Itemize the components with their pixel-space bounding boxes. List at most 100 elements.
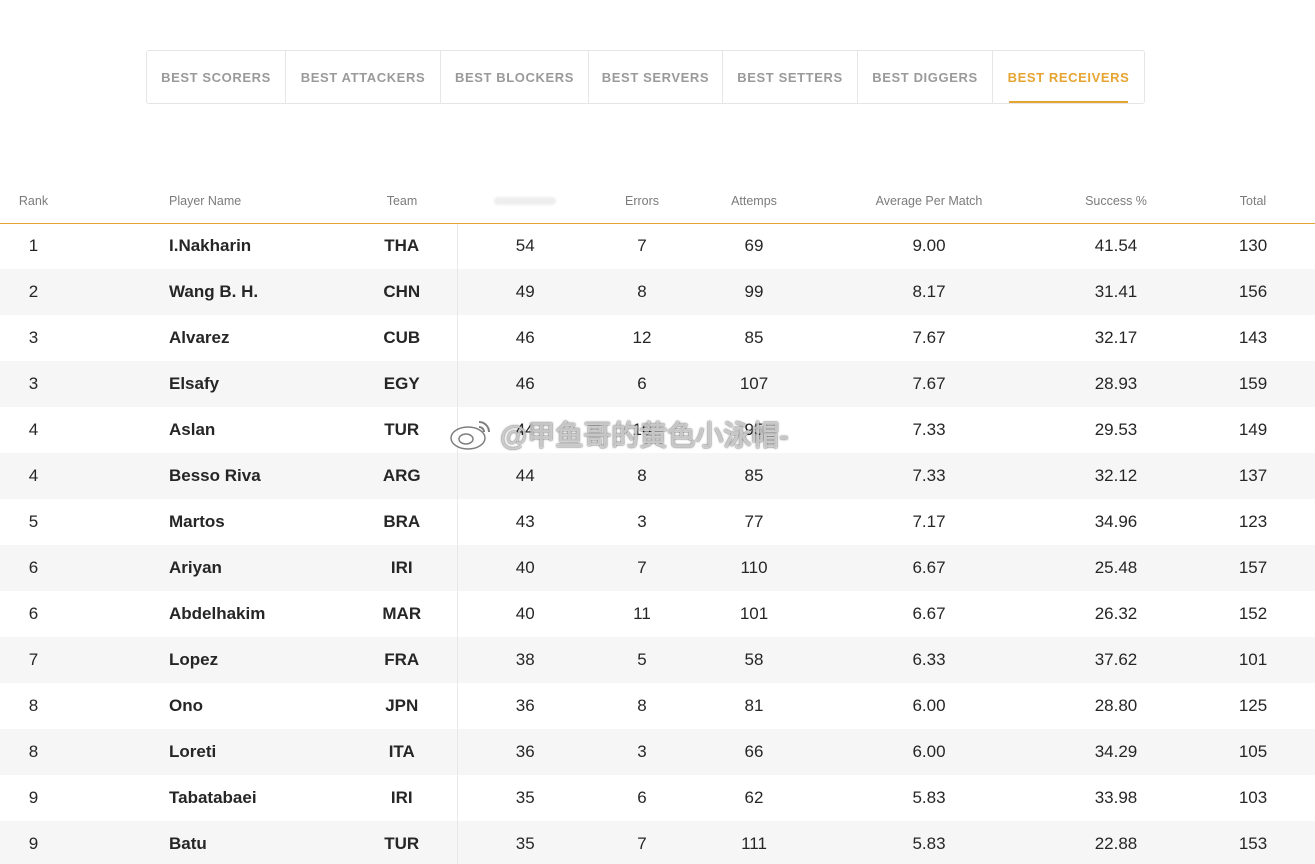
tab-best-attackers[interactable]: BEST ATTACKERS xyxy=(286,51,441,103)
player-name-cell[interactable]: I.Nakharin xyxy=(67,223,347,269)
header-rank[interactable]: Rank xyxy=(0,180,67,224)
success-pct-cell: 34.29 xyxy=(1041,729,1191,775)
successful-cell: 46 xyxy=(515,328,535,347)
errors-cell: 7 xyxy=(593,545,691,591)
table-row[interactable]: 6 Ariyan IRI 40 7 110 6.67 25.48 157 xyxy=(0,545,1315,591)
average-cell: 7.17 xyxy=(912,512,946,531)
table-row[interactable]: 3 Alvarez CUB 46 12 85 7.67 32.17 143 xyxy=(0,315,1315,361)
tab-best-servers[interactable]: BEST SERVERS xyxy=(589,51,723,103)
header-team[interactable]: Team xyxy=(347,180,457,224)
attempts-cell: 77 xyxy=(744,512,764,531)
rank-cell: 9 xyxy=(28,788,39,807)
success-pct-cell: 32.12 xyxy=(1041,453,1191,499)
success-pct-cell: 34.96 xyxy=(1094,512,1138,531)
successful-cell: 44 xyxy=(457,453,593,499)
errors-cell: 12 xyxy=(632,328,652,347)
average-cell: 6.67 xyxy=(912,604,946,623)
team-cell: FRA xyxy=(347,637,458,683)
success-pct-cell: 25.48 xyxy=(1041,545,1191,591)
successful-cell: 49 xyxy=(457,269,593,315)
average-cell: 5.83 xyxy=(912,788,946,807)
success-pct-cell: 31.41 xyxy=(1041,269,1191,315)
header-attempts[interactable]: Attemps xyxy=(691,180,817,224)
rank-cell: 1 xyxy=(28,236,39,256)
attempts-cell: 107 xyxy=(691,361,817,407)
table-row[interactable]: 8 Ono JPN 36 8 81 6.00 28.80 125 xyxy=(0,683,1315,729)
player-name-cell[interactable]: Alvarez xyxy=(67,315,347,361)
team-cell: MAR xyxy=(347,591,458,637)
team-cell: IRI xyxy=(347,775,458,821)
table-row[interactable]: 5 Martos BRA 43 3 77 7.17 34.96 123 xyxy=(0,499,1315,545)
table-row[interactable]: 7 Lopez FRA 38 5 58 6.33 37.62 101 xyxy=(0,637,1315,683)
table-row[interactable]: 9 Tabatabaei IRI 35 6 62 5.83 33.98 103 xyxy=(0,775,1315,821)
team-cell: ITA xyxy=(347,729,458,775)
team-cell: CUB xyxy=(347,315,458,361)
rank-cell: 8 xyxy=(0,729,67,775)
total-cell: 143 xyxy=(1238,328,1268,347)
player-name-cell[interactable]: Besso Riva xyxy=(67,453,347,499)
team-cell: BRA xyxy=(347,499,458,545)
tab-best-blockers[interactable]: BEST BLOCKERS xyxy=(441,51,589,103)
tab-best-setters[interactable]: BEST SETTERS xyxy=(723,51,858,103)
header-average[interactable]: Average Per Match xyxy=(817,180,1041,224)
successful-cell: 54 xyxy=(515,236,535,256)
header-successful[interactable] xyxy=(457,180,593,224)
header-total[interactable]: Total xyxy=(1191,180,1315,224)
total-cell: 159 xyxy=(1191,361,1315,407)
errors-cell: 3 xyxy=(593,729,691,775)
errors-cell: 8 xyxy=(593,453,691,499)
table-row[interactable]: 6 Abdelhakim MAR 40 11 101 6.67 26.32 152 xyxy=(0,591,1315,637)
successful-cell: 35 xyxy=(515,788,535,807)
attempts-cell: 110 xyxy=(691,545,817,591)
table-row[interactable]: 4 Besso Riva ARG 44 8 85 7.33 32.12 137 xyxy=(0,453,1315,499)
player-name-cell[interactable]: Batu xyxy=(67,821,347,864)
player-name-cell[interactable]: Lopez xyxy=(67,637,347,683)
player-name-cell[interactable]: Ariyan xyxy=(67,545,347,591)
errors-cell: 6 xyxy=(637,788,647,807)
rank-cell: 4 xyxy=(0,453,67,499)
blurred-header-label xyxy=(494,197,556,206)
errors-cell: 11 xyxy=(633,604,651,623)
table-row[interactable]: 2 Wang B. H. CHN 49 8 99 8.17 31.41 156 xyxy=(0,269,1315,315)
team-cell: EGY xyxy=(347,361,458,407)
success-pct-cell: 41.54 xyxy=(1094,236,1138,256)
table-row[interactable]: 3 Elsafy EGY 46 6 107 7.67 28.93 159 xyxy=(0,361,1315,407)
errors-cell: 7 xyxy=(637,236,647,256)
player-name-cell[interactable]: Elsafy xyxy=(67,361,347,407)
player-name-cell[interactable]: Loreti xyxy=(67,729,347,775)
player-name-cell[interactable]: Aslan xyxy=(67,407,347,453)
player-name-cell[interactable]: Wang B. H. xyxy=(67,269,347,315)
total-cell: 152 xyxy=(1238,604,1268,623)
successful-cell: 46 xyxy=(457,361,593,407)
tab-best-receivers[interactable]: BEST RECEIVERS xyxy=(993,51,1144,103)
header-errors[interactable]: Errors xyxy=(593,180,691,224)
total-cell: 125 xyxy=(1238,696,1268,715)
average-cell: 7.33 xyxy=(912,420,946,439)
errors-cell: 3 xyxy=(637,512,647,531)
table-row[interactable]: 4 Aslan TUR 44 10 95 7.33 29.53 149 xyxy=(0,407,1315,453)
average-cell: 5.83 xyxy=(817,821,1041,864)
tab-best-scorers[interactable]: BEST SCORERS xyxy=(147,51,286,103)
tab-best-diggers[interactable]: BEST DIGGERS xyxy=(858,51,993,103)
player-name-cell[interactable]: Martos xyxy=(67,499,347,545)
header-player-name[interactable]: Player Name xyxy=(67,180,347,224)
table-row[interactable]: 9 Batu TUR 35 7 111 5.83 22.88 153 xyxy=(0,821,1315,864)
average-cell: 7.67 xyxy=(817,361,1041,407)
table-row[interactable]: 8 Loreti ITA 36 3 66 6.00 34.29 105 xyxy=(0,729,1315,775)
successful-cell: 36 xyxy=(515,696,535,715)
rank-cell: 4 xyxy=(28,420,39,439)
success-pct-cell: 28.80 xyxy=(1094,696,1138,715)
rank-cell: 6 xyxy=(28,604,39,623)
attempts-cell: 85 xyxy=(691,453,817,499)
player-name-cell[interactable]: Tabatabaei xyxy=(67,775,347,821)
attempts-cell: 66 xyxy=(691,729,817,775)
player-name-cell[interactable]: Ono xyxy=(67,683,347,729)
success-pct-cell: 33.98 xyxy=(1094,788,1138,807)
attempts-cell: 101 xyxy=(739,604,769,623)
team-cell: CHN xyxy=(347,269,458,315)
header-success-pct[interactable]: Success % xyxy=(1041,180,1191,224)
team-cell: TUR xyxy=(347,821,458,864)
table-row[interactable]: 1 I.Nakharin THA 54 7 69 9.00 41.54 130 xyxy=(0,223,1315,269)
player-name-cell[interactable]: Abdelhakim xyxy=(67,591,347,637)
attempts-cell: 95 xyxy=(744,420,764,439)
